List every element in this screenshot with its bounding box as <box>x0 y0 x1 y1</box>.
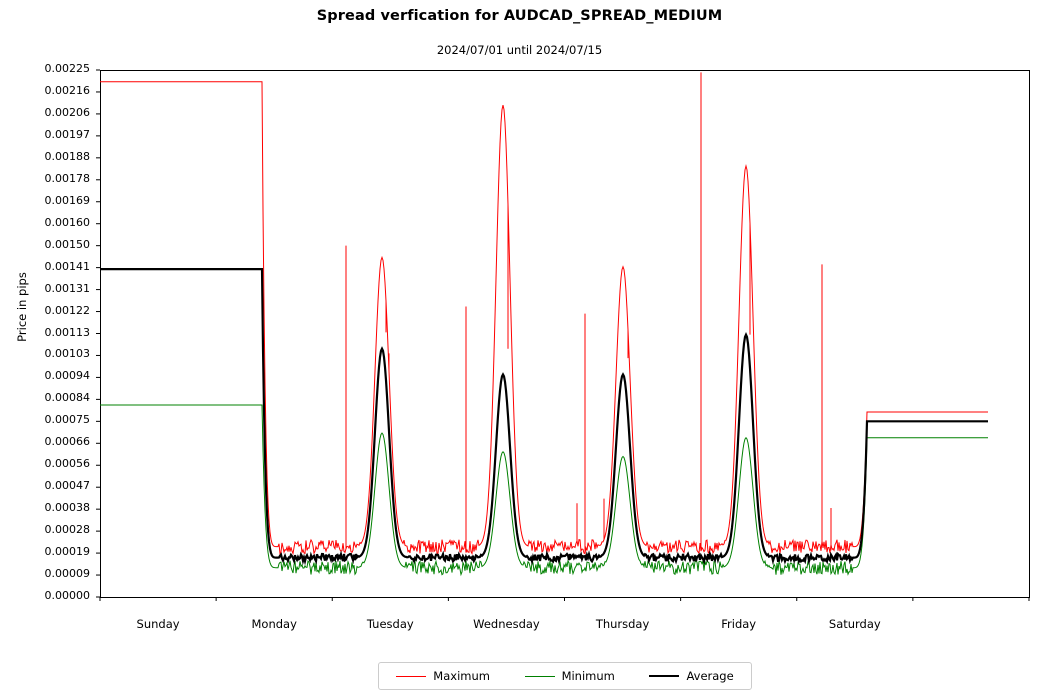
legend-label-minimum: Minimum <box>561 669 615 683</box>
y-tick-label: 0.00131 <box>44 281 91 295</box>
y-tick-label: 0.00225 <box>44 62 91 75</box>
y-tick-label: 0.00169 <box>44 193 91 207</box>
y-tick-label: 0.00150 <box>44 237 91 251</box>
y-tick-label: 0.00084 <box>44 391 91 405</box>
y-tick-label: 0.00178 <box>44 171 91 185</box>
legend-item-average[interactable]: Average <box>645 669 737 683</box>
y-tick-label: 0.00197 <box>44 127 91 141</box>
y-tick-label: 0.00141 <box>44 259 91 273</box>
chart-figure: Spread verfication for AUDCAD_SPREAD_MED… <box>0 0 1039 700</box>
y-tick-label: 0.00216 <box>44 83 91 97</box>
x-tick-label: Sunday <box>136 617 180 631</box>
y-tick-label: 0.00009 <box>44 567 91 581</box>
legend-swatch-maximum <box>396 675 427 677</box>
plot-canvas <box>96 69 1030 601</box>
legend-swatch-average <box>649 675 680 677</box>
x-tick-label: Wednesday <box>473 617 540 631</box>
y-tick-label: 0.00188 <box>44 149 91 163</box>
legend-swatch-minimum <box>524 675 555 677</box>
y-tick-label: 0.00122 <box>44 303 91 317</box>
y-tick-label: 0.00094 <box>44 369 91 383</box>
y-tick-label: 0.00000 <box>44 589 91 602</box>
y-tick-label: 0.00206 <box>44 105 91 119</box>
plot-frame <box>100 70 1030 598</box>
x-tick-label: Saturday <box>828 617 881 631</box>
legend-label-average: Average <box>686 669 734 683</box>
legend-item-maximum[interactable]: Maximum <box>392 669 494 683</box>
y-tick-label: 0.00056 <box>44 457 91 471</box>
y-tick-label: 0.00066 <box>44 435 91 449</box>
y-tick-label: 0.00028 <box>44 523 91 537</box>
y-tick-label: 0.00075 <box>44 413 91 427</box>
x-tick-label: Friday <box>721 617 757 631</box>
x-tick-label: Tuesday <box>366 617 414 631</box>
y-tick-label: 0.00047 <box>44 479 91 493</box>
chart-legend: Maximum Minimum Average <box>378 662 752 690</box>
legend-item-minimum[interactable]: Minimum <box>521 669 619 683</box>
legend-label-maximum: Maximum <box>433 669 490 683</box>
x-tick-label: Monday <box>251 617 297 631</box>
y-tick-label: 0.00160 <box>44 215 91 229</box>
y-tick-label: 0.00113 <box>44 325 91 339</box>
y-tick-label: 0.00019 <box>44 545 91 559</box>
y-tick-label: 0.00038 <box>44 501 91 515</box>
y-tick-label: 0.00103 <box>44 347 91 361</box>
x-tick-label: Thursday <box>595 617 650 631</box>
